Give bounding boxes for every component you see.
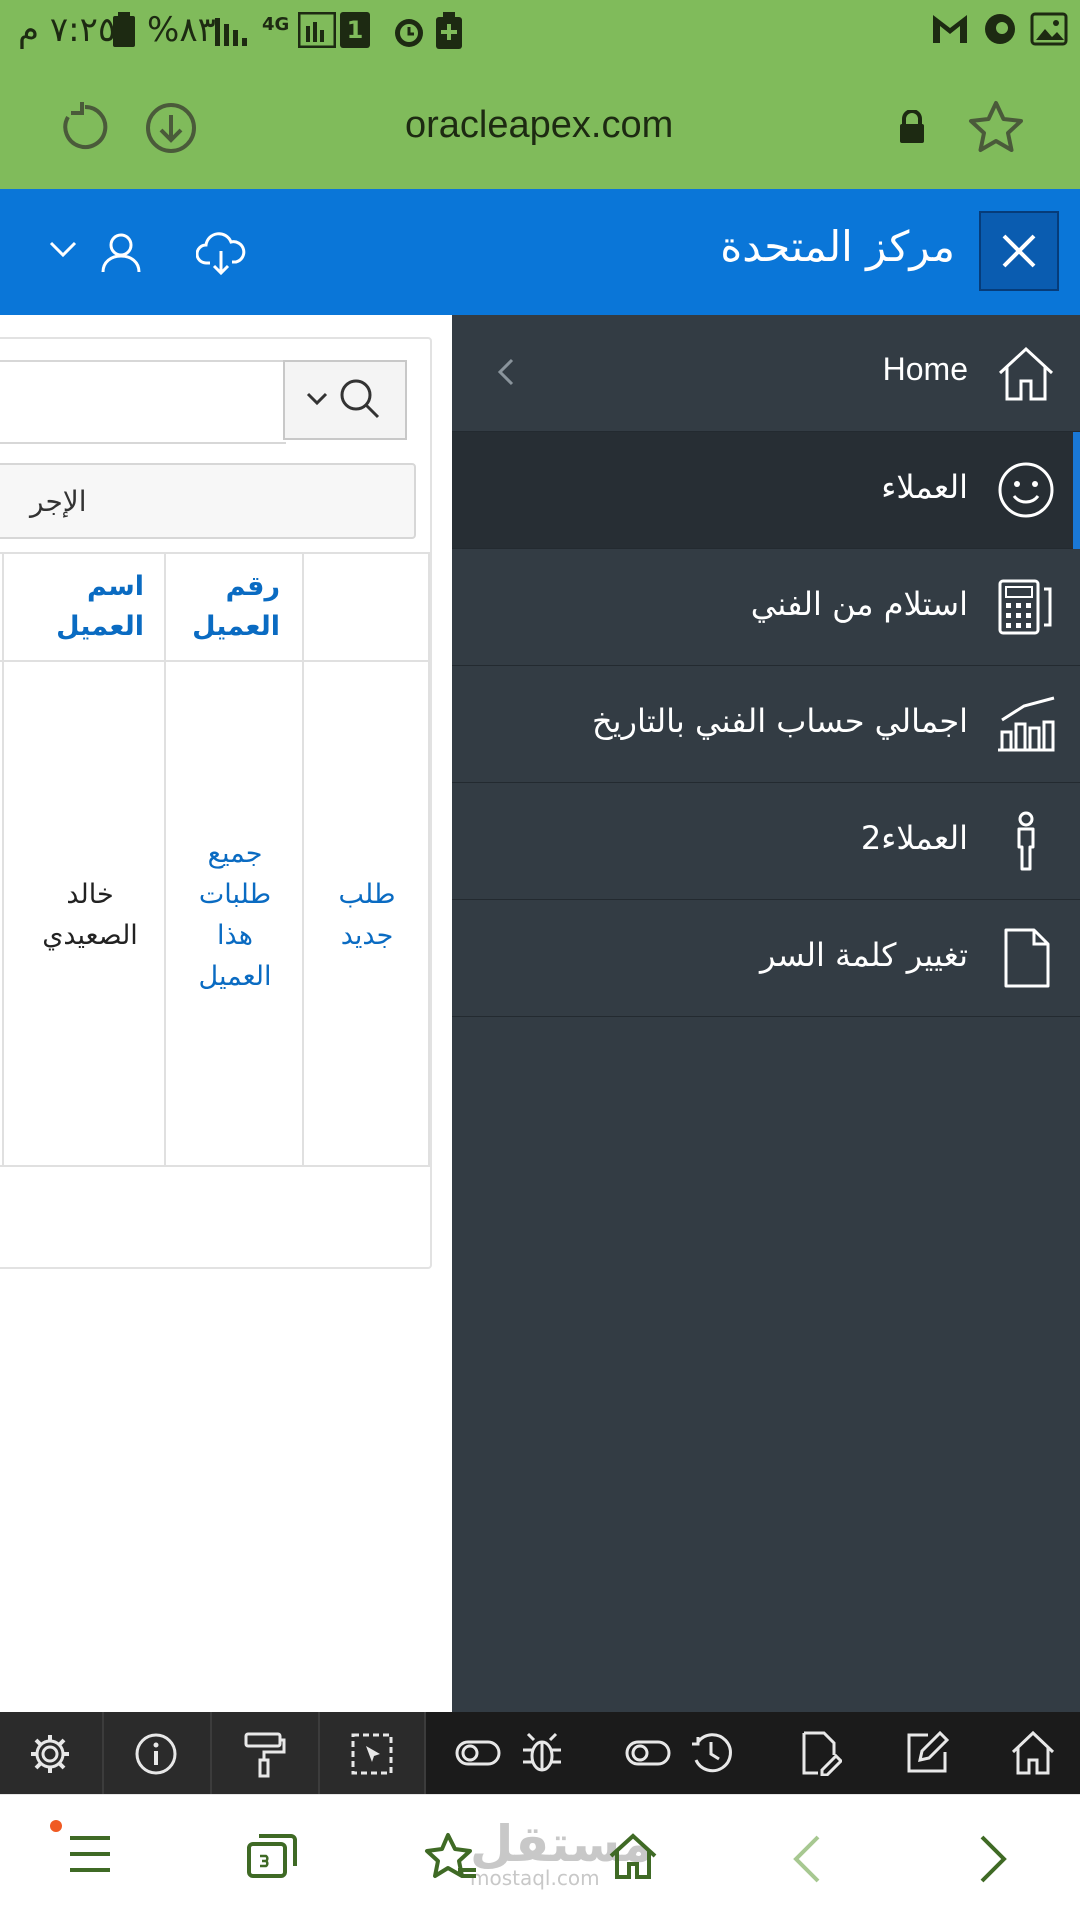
nav-label: Home [882, 351, 968, 387]
signal-box-icon [298, 12, 336, 48]
cell-text: خالد [66, 879, 114, 910]
sim-badge: 1 [340, 12, 370, 48]
link-text: طلب [338, 879, 396, 910]
smiley-icon [994, 458, 1058, 522]
calculator-icon [994, 575, 1058, 639]
header-text: رقم [225, 571, 280, 602]
table-col-line [302, 552, 304, 1167]
nav-label: اجمالي حساب الفني بالتاريخ [591, 702, 968, 740]
toolbar-separator [210, 1712, 212, 1794]
table-header-divider [0, 660, 430, 662]
cloud-download-icon[interactable] [196, 231, 246, 277]
table-col-line [428, 552, 430, 1167]
notification-dot [50, 1820, 62, 1832]
nav-item-change-password[interactable]: تغيير كلمة السر [452, 900, 1080, 1017]
nav-label: العملاء2 [860, 819, 968, 857]
close-nav-button[interactable] [979, 211, 1059, 291]
watermark-url: mostaql.com [470, 1866, 600, 1890]
lock-icon [898, 110, 926, 144]
user-icon[interactable] [100, 232, 142, 274]
link-text: جميع [207, 838, 263, 869]
battery-saver-icon [434, 12, 464, 50]
column-header-customer-number[interactable]: رقم العميل [180, 567, 280, 647]
download-icon[interactable] [145, 102, 197, 154]
header-text: العميل [192, 611, 280, 642]
search-column-button[interactable] [283, 360, 407, 440]
history-clock-icon[interactable] [688, 1730, 734, 1776]
report-region: الإجر رقم العميل اسم العميل طلب جديد جمي… [0, 315, 452, 1712]
header-text: اسم [87, 571, 144, 602]
toggle-icon[interactable] [625, 1738, 671, 1768]
header-text: العميل [56, 611, 144, 642]
toolbar-separator [102, 1712, 104, 1794]
url-text[interactable]: oracleapex.com [405, 104, 673, 147]
bookmarks-star-icon[interactable] [424, 1832, 478, 1882]
search-icon [306, 379, 380, 419]
reload-icon[interactable] [60, 102, 110, 152]
search-input[interactable] [0, 360, 286, 444]
edit-icon[interactable] [904, 1730, 950, 1776]
link-text: طلبات [198, 879, 272, 910]
collapse-chevron-icon[interactable] [496, 357, 516, 387]
document-icon [994, 926, 1058, 990]
nav-item-customers-2[interactable]: العملاء2 [452, 783, 1080, 900]
nav-label: استلام من الفني [750, 585, 968, 623]
actions-label: الإجر [30, 485, 87, 518]
battery-icon [112, 12, 136, 48]
table-border-bottom [0, 1165, 430, 1167]
gallery-icon [1030, 12, 1068, 46]
select-element-icon[interactable] [350, 1732, 394, 1776]
status-time: ٧:٢٥ م [18, 10, 117, 50]
app-title: مركز المتحدة [720, 222, 955, 271]
table-col-line [2, 552, 4, 1167]
nav-label: تغيير كلمة السر [760, 936, 968, 974]
nav-label: العملاء [881, 468, 968, 506]
network-type: 4G [262, 14, 290, 35]
debug-bug-icon[interactable] [520, 1730, 564, 1776]
toggle-icon[interactable] [455, 1738, 501, 1768]
gear-icon[interactable] [28, 1732, 72, 1776]
new-request-link[interactable]: طلب جديد [310, 874, 424, 956]
column-header-customer-name[interactable]: اسم العميل [40, 567, 144, 647]
home-nav-icon[interactable] [608, 1832, 658, 1880]
cell-text: الصعيدي [42, 920, 138, 951]
bookmark-star-icon[interactable] [968, 100, 1024, 154]
alarm-icon [390, 12, 428, 50]
paint-roller-icon[interactable] [242, 1730, 286, 1778]
person-icon [994, 809, 1058, 873]
toolbar-separator [424, 1712, 426, 1794]
nav-item-customers[interactable]: العملاء [452, 432, 1080, 549]
bar-chart-icon [994, 692, 1058, 756]
nav-item-home[interactable]: Home [452, 315, 1080, 432]
customer-name-cell: خالد الصعيدي [20, 874, 160, 956]
gmail-icon [930, 12, 970, 46]
link-text: جديد [340, 920, 394, 951]
toolbar-separator [318, 1712, 320, 1794]
signal-icon [215, 14, 249, 46]
back-arrow-icon[interactable] [792, 1834, 822, 1884]
battery-percent: %٨٣ [147, 10, 216, 50]
table-col-line [164, 552, 166, 1167]
nav-item-technician-total[interactable]: اجمالي حساب الفني بالتاريخ [452, 666, 1080, 783]
close-icon [1002, 234, 1036, 268]
menu-icon[interactable] [68, 1834, 112, 1874]
table-border-top [0, 552, 430, 554]
edit-page-icon[interactable] [798, 1730, 842, 1776]
forward-arrow-icon[interactable] [978, 1834, 1008, 1884]
chevron-down-icon[interactable] [48, 240, 78, 260]
home-toolbar-icon[interactable] [1010, 1728, 1056, 1776]
link-text: العميل [198, 961, 272, 992]
link-text: هذا [217, 920, 253, 951]
tabs-icon[interactable] [246, 1832, 298, 1878]
all-requests-link[interactable]: جميع طلبات هذا العميل [170, 833, 300, 997]
vodafone-icon [983, 12, 1017, 46]
info-icon[interactable] [134, 1732, 178, 1776]
home-icon [994, 341, 1058, 405]
nav-item-receive-from-technician[interactable]: استلام من الفني [452, 549, 1080, 666]
